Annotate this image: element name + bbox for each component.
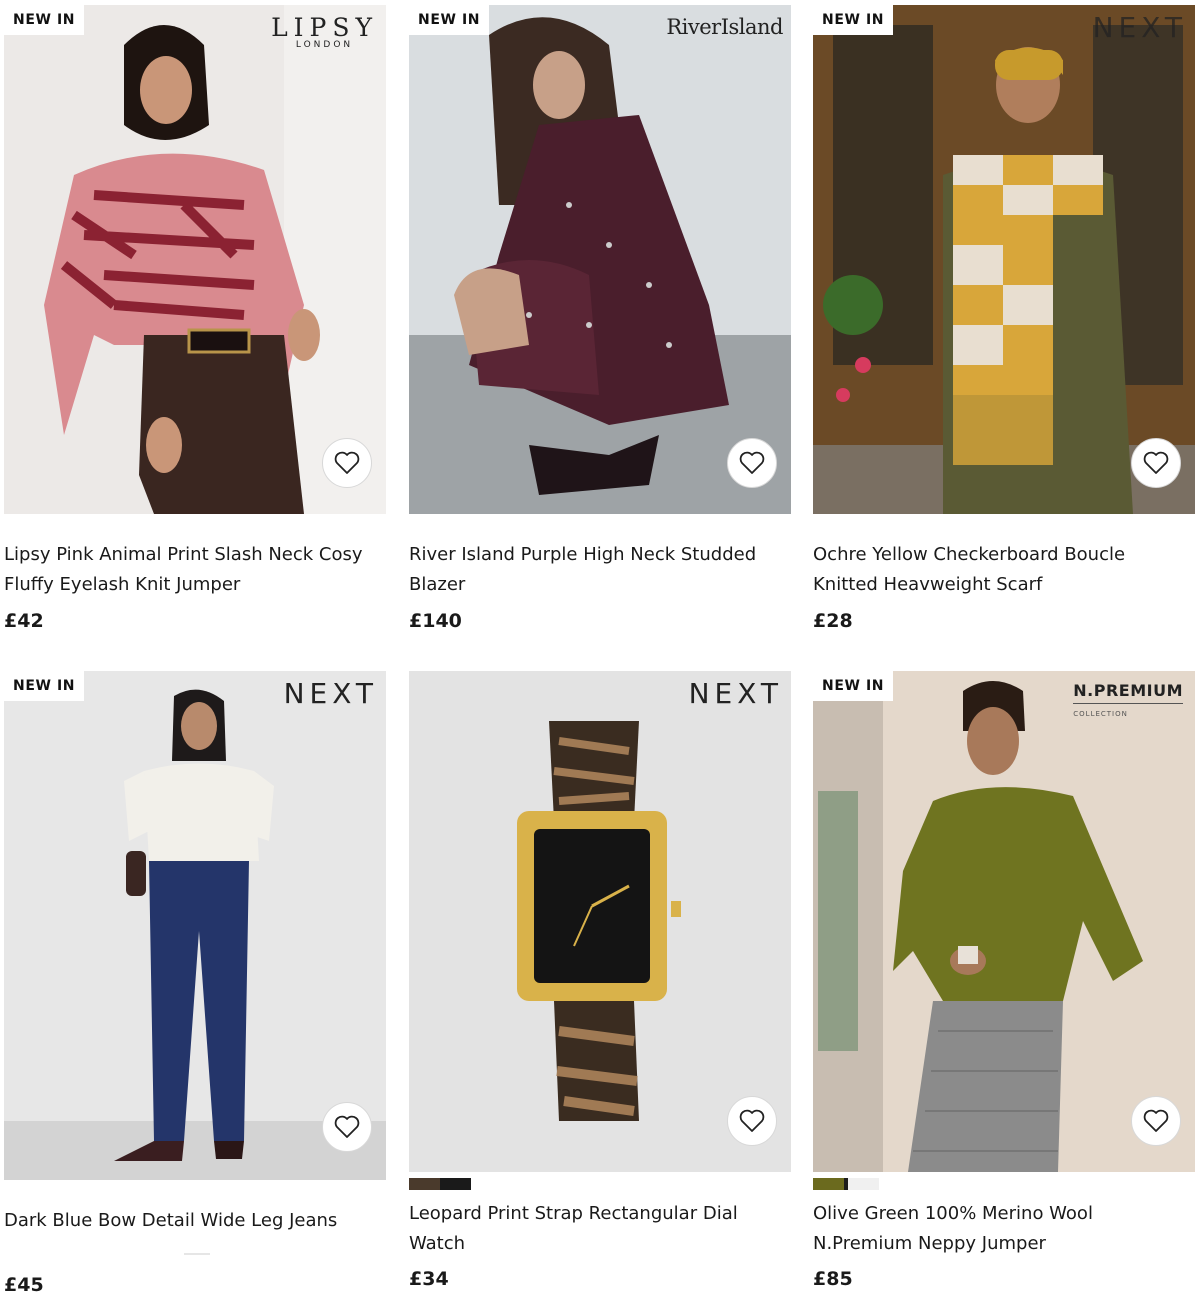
new-in-badge: NEW IN <box>813 5 894 35</box>
product-grid: NEW IN LIPSY LONDON Lipsy Pink Animal Pr… <box>0 0 1200 1296</box>
product-price: £34 <box>409 1268 449 1290</box>
brand-logo-text: LIPSY <box>271 13 378 42</box>
divider <box>184 1253 210 1255</box>
product-title[interactable]: Lipsy Pink Animal Print Slash Neck Cosy … <box>4 540 386 600</box>
colour-swatch[interactable] <box>848 1178 879 1190</box>
colour-swatches <box>813 1178 879 1190</box>
colour-swatches <box>409 1178 471 1190</box>
product-price: £28 <box>813 610 853 632</box>
brand-logo-lipsy: LIPSY LONDON <box>271 13 378 50</box>
brand-logo-river-island: RiverIsland <box>666 15 783 39</box>
product-photo <box>813 671 1195 1172</box>
product-photo <box>409 671 791 1172</box>
product-photo <box>409 5 791 514</box>
product-price: £140 <box>409 610 462 632</box>
brand-logo-next: NEXT <box>283 677 378 710</box>
product-photo <box>4 5 386 514</box>
colour-swatch[interactable] <box>440 1178 471 1190</box>
brand-logo-next: NEXT <box>1092 11 1187 44</box>
colour-swatch[interactable] <box>813 1178 844 1190</box>
product-price: £45 <box>4 1274 44 1296</box>
product-photo <box>4 671 386 1180</box>
product-title[interactable]: Ochre Yellow Checkerboard Boucle Knitted… <box>813 540 1195 600</box>
favourite-button[interactable] <box>322 1102 372 1152</box>
brand-logo-next: NEXT <box>688 677 783 710</box>
new-in-badge: NEW IN <box>813 671 894 701</box>
product-title[interactable]: River Island Purple High Neck Studded Bl… <box>409 540 791 600</box>
brand-logo-subtext: COLLECTION <box>1073 710 1128 718</box>
product-image[interactable]: NEW IN LIPSY LONDON <box>4 5 386 514</box>
heart-outline-icon <box>1143 1109 1169 1132</box>
favourite-button[interactable] <box>727 438 777 488</box>
heart-outline-icon <box>334 1115 360 1138</box>
product-image[interactable]: NEXT <box>409 671 791 1172</box>
new-in-badge: NEW IN <box>4 671 85 701</box>
brand-logo-text: N.PREMIUM <box>1073 681 1183 704</box>
product-image[interactable]: NEW IN N.PREMIUM COLLECTION <box>813 671 1195 1172</box>
brand-logo-n-premium: N.PREMIUM COLLECTION <box>1073 681 1183 718</box>
product-title[interactable]: Dark Blue Bow Detail Wide Leg Jeans <box>4 1206 386 1236</box>
favourite-button[interactable] <box>1131 438 1181 488</box>
new-in-badge: NEW IN <box>4 5 85 35</box>
product-image[interactable]: NEW IN NEXT <box>813 5 1195 514</box>
product-title[interactable]: Olive Green 100% Merino Wool N.Premium N… <box>813 1199 1195 1259</box>
product-price: £85 <box>813 1268 853 1290</box>
heart-outline-icon <box>739 451 765 474</box>
heart-outline-icon <box>334 451 360 474</box>
heart-outline-icon <box>739 1109 765 1132</box>
favourite-button[interactable] <box>727 1096 777 1146</box>
product-image[interactable]: NEW IN NEXT <box>4 671 386 1180</box>
new-in-badge: NEW IN <box>409 5 490 35</box>
product-image[interactable]: NEW IN RiverIsland <box>409 5 791 514</box>
heart-outline-icon <box>1143 451 1169 474</box>
favourite-button[interactable] <box>1131 1096 1181 1146</box>
colour-swatch[interactable] <box>409 1178 440 1190</box>
favourite-button[interactable] <box>322 438 372 488</box>
product-price: £42 <box>4 610 44 632</box>
product-title[interactable]: Leopard Print Strap Rectangular Dial Wat… <box>409 1199 791 1259</box>
product-photo <box>813 5 1195 514</box>
